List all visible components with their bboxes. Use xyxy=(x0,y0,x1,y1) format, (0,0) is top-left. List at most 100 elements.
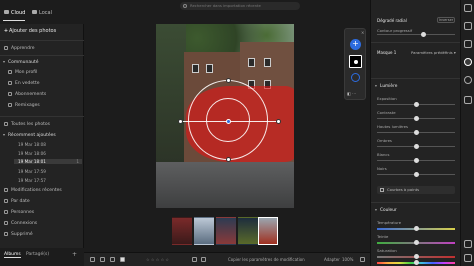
copy-settings-button[interactable]: Copier les paramètres de modification xyxy=(228,257,305,262)
thumbnail[interactable] xyxy=(194,217,214,245)
highlights-slider[interactable] xyxy=(377,130,455,135)
mask-thumbnail[interactable] xyxy=(349,55,362,68)
info-icon[interactable] xyxy=(464,240,472,248)
nav-all-photos-label: Toutes les photos xyxy=(11,122,51,127)
zoom-level[interactable]: 100% xyxy=(342,257,353,262)
slider-knob[interactable] xyxy=(414,130,419,135)
highlights-label: Hautes lumières xyxy=(377,124,408,129)
community-item[interactable]: En vedette xyxy=(8,81,39,86)
color-header-label: Couleur xyxy=(380,208,397,213)
detail-view-icon[interactable] xyxy=(120,257,125,262)
hue-slider[interactable] xyxy=(377,260,455,265)
slider-knob[interactable] xyxy=(414,240,419,245)
mask-options-icons[interactable]: ◧ ⋯ xyxy=(347,91,356,96)
slider-knob[interactable] xyxy=(414,254,419,259)
thumbnail-selected[interactable] xyxy=(258,217,278,245)
nav-learn[interactable]: Apprendre xyxy=(4,46,35,51)
filmstrip-view-icon[interactable] xyxy=(110,257,115,262)
tab-shared[interactable]: Partagé(s) xyxy=(26,252,49,257)
search-input[interactable]: Rechercher dans importation récente xyxy=(180,2,300,10)
radial-handle-right[interactable] xyxy=(276,119,281,124)
recent-import-label: 19 Mar 18:06 xyxy=(18,151,46,156)
light-section-header[interactable]: ▾ Lumière xyxy=(375,83,397,89)
main-photo[interactable] xyxy=(156,24,294,208)
whites-slider[interactable] xyxy=(377,158,455,163)
exposure-slider[interactable] xyxy=(377,102,455,107)
healing-icon[interactable] xyxy=(464,40,472,48)
radial-center-pin[interactable] xyxy=(226,119,231,124)
slider-knob[interactable] xyxy=(414,116,419,121)
tab-cloud[interactable]: Cloud xyxy=(4,10,25,16)
contrast-slider[interactable] xyxy=(377,116,455,121)
crop-icon[interactable] xyxy=(464,22,472,30)
color-section-header[interactable]: ▾ Couleur xyxy=(375,207,397,213)
community-item[interactable]: Mon profil xyxy=(8,70,37,75)
shadows-slider[interactable] xyxy=(377,144,455,149)
close-icon[interactable]: × xyxy=(361,30,364,35)
presets-dropdown[interactable]: Paramètres prédéfinis ▾ xyxy=(411,50,456,55)
link-icon xyxy=(4,221,8,225)
recent-import-item[interactable]: 19 Mar 17:57 xyxy=(18,178,82,183)
nav-by-date[interactable]: Par date xyxy=(4,199,30,204)
rating-stars[interactable]: ☆ ☆ ☆ ☆ ☆ xyxy=(146,257,169,262)
thumbnail[interactable] xyxy=(216,217,236,245)
compare-icon[interactable] xyxy=(360,257,365,262)
community-item[interactable]: Abonnements xyxy=(8,92,46,97)
slider-knob[interactable] xyxy=(414,144,419,149)
computer-icon xyxy=(32,10,37,14)
community-item-label: Remixages xyxy=(15,103,40,108)
recent-import-label: 19 Mar 18:08 xyxy=(18,142,46,147)
saturation-slider[interactable] xyxy=(377,254,455,259)
grid-view-icon[interactable] xyxy=(90,257,95,262)
slider-knob[interactable] xyxy=(414,158,419,163)
profile-icon xyxy=(8,70,12,74)
trash-icon xyxy=(4,232,8,236)
blacks-slider[interactable] xyxy=(377,172,455,177)
add-mask-button[interactable]: + xyxy=(350,39,361,50)
slider-knob[interactable] xyxy=(421,32,426,37)
recent-section-header[interactable]: ▾ Récemment ajoutées xyxy=(3,132,81,138)
contrast-label: Contraste xyxy=(377,110,396,115)
slider-knob[interactable] xyxy=(414,260,419,265)
radial-mask-icon[interactable] xyxy=(351,73,360,82)
radial-handle-left[interactable] xyxy=(178,119,183,124)
recent-import-item[interactable]: 19 Mar 18:08 xyxy=(18,142,82,147)
recent-import-item[interactable]: 19 Mar 18:06 xyxy=(18,151,82,156)
radial-handle-top[interactable] xyxy=(226,78,231,83)
thumbnail[interactable] xyxy=(172,217,192,245)
square-grid-icon[interactable] xyxy=(100,257,105,262)
temperature-slider[interactable] xyxy=(377,226,455,231)
flag-icon[interactable] xyxy=(192,257,197,262)
feather-slider[interactable] xyxy=(377,32,455,37)
center-workspace: Rechercher dans importation récente xyxy=(84,0,454,266)
presets-icon[interactable] xyxy=(464,96,472,104)
community-item[interactable]: Remixages xyxy=(8,103,40,108)
tint-slider[interactable] xyxy=(377,240,455,245)
edit-sliders-icon[interactable] xyxy=(464,4,472,12)
thumbnail[interactable] xyxy=(238,217,258,245)
invert-button[interactable]: Inverser xyxy=(437,17,455,23)
reject-icon[interactable] xyxy=(201,257,206,262)
slider-knob[interactable] xyxy=(414,172,419,177)
nav-people[interactable]: Personnes xyxy=(4,210,34,215)
red-eye-icon[interactable] xyxy=(464,76,472,84)
fit-button[interactable]: Adapter xyxy=(324,257,340,262)
keywords-icon[interactable] xyxy=(464,254,472,262)
nav-all-photos[interactable]: Toutes les photos xyxy=(4,122,50,127)
add-photos-button[interactable]: +Ajouter des photos xyxy=(3,28,56,34)
nav-connections[interactable]: Connexions xyxy=(4,221,37,226)
slider-knob[interactable] xyxy=(414,102,419,107)
divider xyxy=(371,42,461,43)
point-curve-button[interactable]: Courbes à points xyxy=(377,186,455,194)
tab-albums[interactable]: Albums xyxy=(4,252,21,258)
tab-local[interactable]: Local xyxy=(32,10,52,16)
nav-deleted[interactable]: Supprimé xyxy=(4,232,33,237)
recent-import-item[interactable]: 19 Mar 17:59 xyxy=(18,169,82,174)
slider-knob[interactable] xyxy=(414,226,419,231)
community-section-header[interactable]: ▾ Communauté xyxy=(3,59,81,65)
radial-handle-bottom[interactable] xyxy=(226,157,231,162)
nav-recent-edits[interactable]: Modifications récentes xyxy=(4,188,62,193)
recent-import-item-selected[interactable]: 19 Mar 18:01 1 xyxy=(14,159,82,164)
add-album-button[interactable]: + xyxy=(72,251,77,258)
masking-icon[interactable] xyxy=(464,58,472,66)
